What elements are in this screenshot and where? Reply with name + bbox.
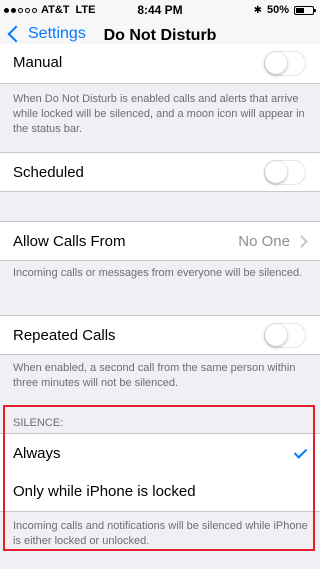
silence-option-locked[interactable]: Only while iPhone is locked [0,472,320,512]
toggle-knob [265,161,287,183]
allow-calls-label: Allow Calls From [13,233,126,250]
battery-nub [314,8,316,12]
manual-row: Manual [0,44,320,84]
silence-option-always[interactable]: Always [0,433,320,473]
allow-calls-row[interactable]: Allow Calls From No One [0,221,320,261]
scheduled-toggle[interactable] [264,160,306,185]
battery-icon [294,5,316,15]
repeated-calls-footer: When enabled, a second call from the sam… [13,362,296,389]
manual-footer: When Do Not Disturb is enabled calls and… [13,93,305,135]
silence-option-label: Always [13,445,61,462]
repeated-calls-label: Repeated Calls [13,327,116,344]
chevron-right-icon [295,235,308,248]
repeated-calls-toggle[interactable] [264,323,306,348]
checkmark-icon [293,445,308,459]
battery-percent: 50% [266,4,289,16]
allow-calls-value: No One [238,233,290,250]
scheduled-row: Scheduled [0,152,320,192]
bluetooth-icon: ✱ [253,4,262,16]
silence-footer: Incoming calls and notifications will be… [13,520,308,547]
silence-option-label: Only while iPhone is locked [13,483,196,500]
status-bar: AT&T LTE 8:44 PM ✱ 50% [0,0,320,20]
toggle-knob [265,52,287,74]
allow-calls-footer: Incoming calls or messages from everyone… [13,267,303,279]
toggle-knob [265,324,287,346]
status-right: ✱ 50% [253,4,316,16]
scheduled-label: Scheduled [13,164,84,181]
battery-fill [296,7,304,13]
manual-toggle[interactable] [264,51,306,76]
page-title: Do Not Disturb [103,27,217,44]
manual-label: Manual [13,54,63,71]
silence-header: SILENCE: [13,417,64,429]
repeated-calls-row: Repeated Calls [0,315,320,355]
